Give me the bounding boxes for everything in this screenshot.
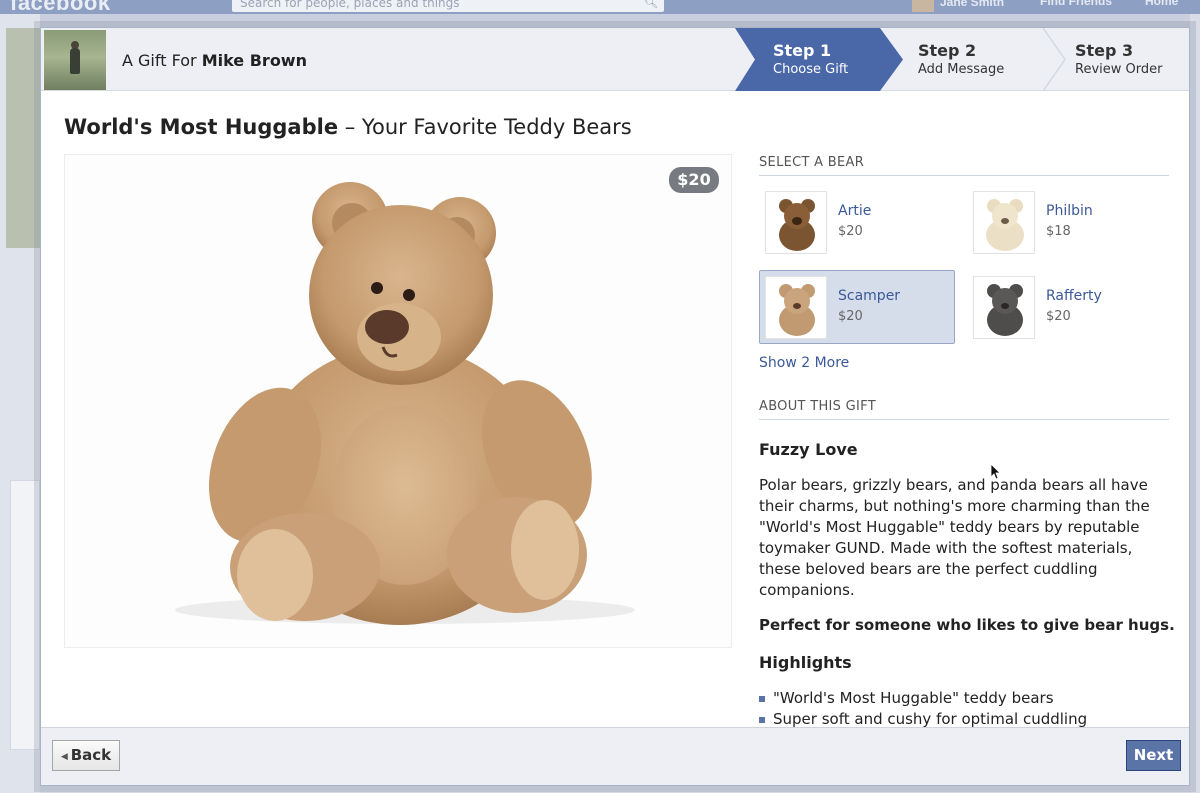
price-badge: $20 (669, 167, 719, 193)
mouse-cursor-icon (991, 464, 1001, 480)
bear-price: $20 (838, 224, 863, 239)
bear-option-rafferty[interactable]: Rafferty $20 (967, 270, 1163, 344)
philbin-bear-icon (986, 199, 1024, 251)
artie-bear-icon (779, 199, 815, 251)
step-3-review-order: Step 3 Review Order (1037, 28, 1189, 91)
scamper-bear-icon (779, 284, 815, 336)
dialog-footer: ◀ Back Next (41, 727, 1189, 785)
dialog-header: A Gift For Mike Brown Step 3 Review Orde… (41, 28, 1189, 91)
back-button-label: Back (70, 746, 112, 764)
step-2-number: Step 2 (918, 41, 977, 60)
back-button[interactable]: ◀ Back (52, 740, 120, 771)
about-description: Polar bears, grizzly bears, and panda be… (759, 476, 1150, 599)
facebook-logo[interactable]: facebook (10, 0, 111, 14)
user-name: Jane Smith (940, 0, 1005, 10)
avatar-figure (70, 48, 80, 74)
bear-price: $18 (1046, 224, 1071, 239)
recipient-avatar (44, 30, 106, 90)
facebook-search-input[interactable]: Search for people, places and things 🔍︎ (232, 0, 664, 12)
background-bottom (40, 786, 1190, 793)
product-title: World's Most Huggable – Your Favorite Te… (64, 115, 632, 139)
highlight-item: "World's Most Huggable" teddy bears (759, 688, 1179, 709)
bear-thumbnail (973, 191, 1035, 254)
step-3-label: Review Order (1075, 62, 1163, 77)
background-card (10, 480, 40, 750)
teddy-bear-image (175, 182, 635, 625)
recipient-name: Mike Brown (201, 51, 307, 70)
background-left-column (0, 14, 40, 793)
bear-thumbnail (765, 191, 827, 254)
step-3-number: Step 3 (1075, 41, 1134, 60)
bear-name: Artie (838, 203, 872, 219)
step-1-number: Step 1 (773, 41, 832, 60)
bear-name: Philbin (1046, 203, 1093, 219)
background-right-column (1190, 14, 1200, 793)
step-progress: Step 3 Review Order Step 2 Add Message S… (735, 28, 1189, 91)
bear-option-scamper[interactable]: Scamper $20 (759, 270, 955, 344)
bear-price: $20 (1046, 309, 1071, 324)
bear-option-artie[interactable]: Artie $20 (759, 185, 955, 259)
gift-for-prefix: A Gift For (122, 51, 197, 70)
highlights-title: Highlights (759, 653, 852, 672)
show-more-link[interactable]: Show 2 More (759, 355, 849, 371)
bear-name: Rafferty (1046, 288, 1102, 304)
user-profile-link[interactable]: Jane Smith (912, 0, 1004, 12)
search-icon[interactable]: 🔍︎ (644, 0, 658, 9)
facebook-top-bar: facebook Search for people, places and t… (0, 0, 1200, 14)
next-button[interactable]: Next (1126, 740, 1181, 771)
background-cover-photo (6, 28, 40, 248)
step-1-choose-gift: Step 1 Choose Gift (735, 28, 903, 91)
step-2-label: Add Message (918, 62, 1005, 77)
bear-name: Scamper (838, 288, 901, 304)
bear-thumbnail (765, 276, 827, 339)
product-image (64, 154, 732, 648)
nav-home[interactable]: Home (1145, 0, 1178, 8)
highlights-list: "World's Most Huggable" teddy bears Supe… (759, 688, 1179, 730)
nav-find-friends[interactable]: Find Friends (1040, 0, 1112, 8)
product-title-rest: – Your Favorite Teddy Bears (338, 115, 632, 139)
gift-dialog: A Gift For Mike Brown Step 3 Review Orde… (40, 27, 1190, 786)
product-title-bold: World's Most Huggable (64, 115, 339, 139)
about-this-gift-heading: ABOUT THIS GIFT (759, 399, 1169, 420)
rafferty-bear-icon (987, 284, 1023, 336)
search-placeholder: Search for people, places and things (240, 0, 460, 10)
gift-for-label: A Gift For Mike Brown (122, 51, 307, 70)
step-1-label: Choose Gift (773, 62, 849, 77)
about-title: Fuzzy Love (759, 440, 858, 459)
back-arrow-icon: ◀ (60, 752, 68, 762)
bear-option-philbin[interactable]: Philbin $18 (967, 185, 1163, 259)
about-tagline: Perfect for someone who likes to give be… (759, 616, 1175, 634)
bear-thumbnail (973, 276, 1035, 339)
bear-price: $20 (838, 309, 863, 324)
step-2-add-message: Step 2 Add Message (880, 28, 1045, 91)
avatar (912, 0, 934, 12)
select-a-bear-heading: SELECT A BEAR (759, 155, 1169, 176)
